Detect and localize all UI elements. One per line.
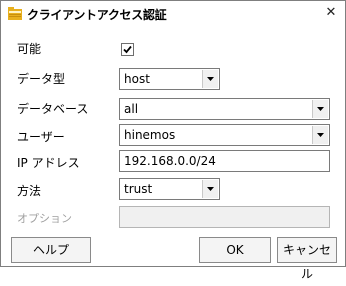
enabled-checkbox[interactable] [121, 43, 134, 56]
window-title: クライアントアクセス認証 [27, 8, 167, 22]
option-label: オプション [17, 212, 72, 225]
ip-address-value: 192.168.0.0/24 [124, 154, 216, 168]
close-icon[interactable]: ✕ [323, 5, 339, 21]
ip-address-input[interactable]: 192.168.0.0/24 [119, 150, 330, 172]
method-select[interactable]: trust [119, 178, 220, 200]
option-input [119, 206, 330, 228]
help-button[interactable]: ヘルプ [11, 237, 91, 263]
data-type-label: データ型 [17, 72, 66, 86]
database-value: all [124, 102, 139, 116]
data-type-select[interactable]: host [119, 68, 220, 90]
chevron-down-icon[interactable] [312, 100, 328, 118]
check-icon [123, 45, 132, 54]
database-select[interactable]: all [119, 98, 330, 120]
chevron-down-icon[interactable] [202, 70, 218, 88]
dialog-window: クライアントアクセス認証 ✕ 可能 データ型 host データベース all ユ… [0, 0, 346, 281]
method-label: 方法 [17, 184, 42, 198]
ok-button[interactable]: OK [199, 237, 271, 263]
data-type-value: host [124, 72, 150, 86]
ip-address-label: IP アドレス [17, 156, 80, 170]
folder-icon [8, 7, 22, 20]
title-bar[interactable]: クライアントアクセス認証 ✕ [1, 1, 345, 26]
database-label: データベース [17, 102, 89, 116]
user-select[interactable]: hinemos [119, 124, 330, 146]
method-value: trust [124, 182, 153, 196]
enabled-label: 可能 [17, 42, 42, 56]
user-value: hinemos [124, 128, 176, 142]
chevron-down-icon[interactable] [202, 180, 218, 198]
chevron-down-icon[interactable] [312, 126, 328, 144]
user-label: ユーザー [17, 130, 65, 144]
cancel-button[interactable]: キャンセル [277, 237, 337, 281]
